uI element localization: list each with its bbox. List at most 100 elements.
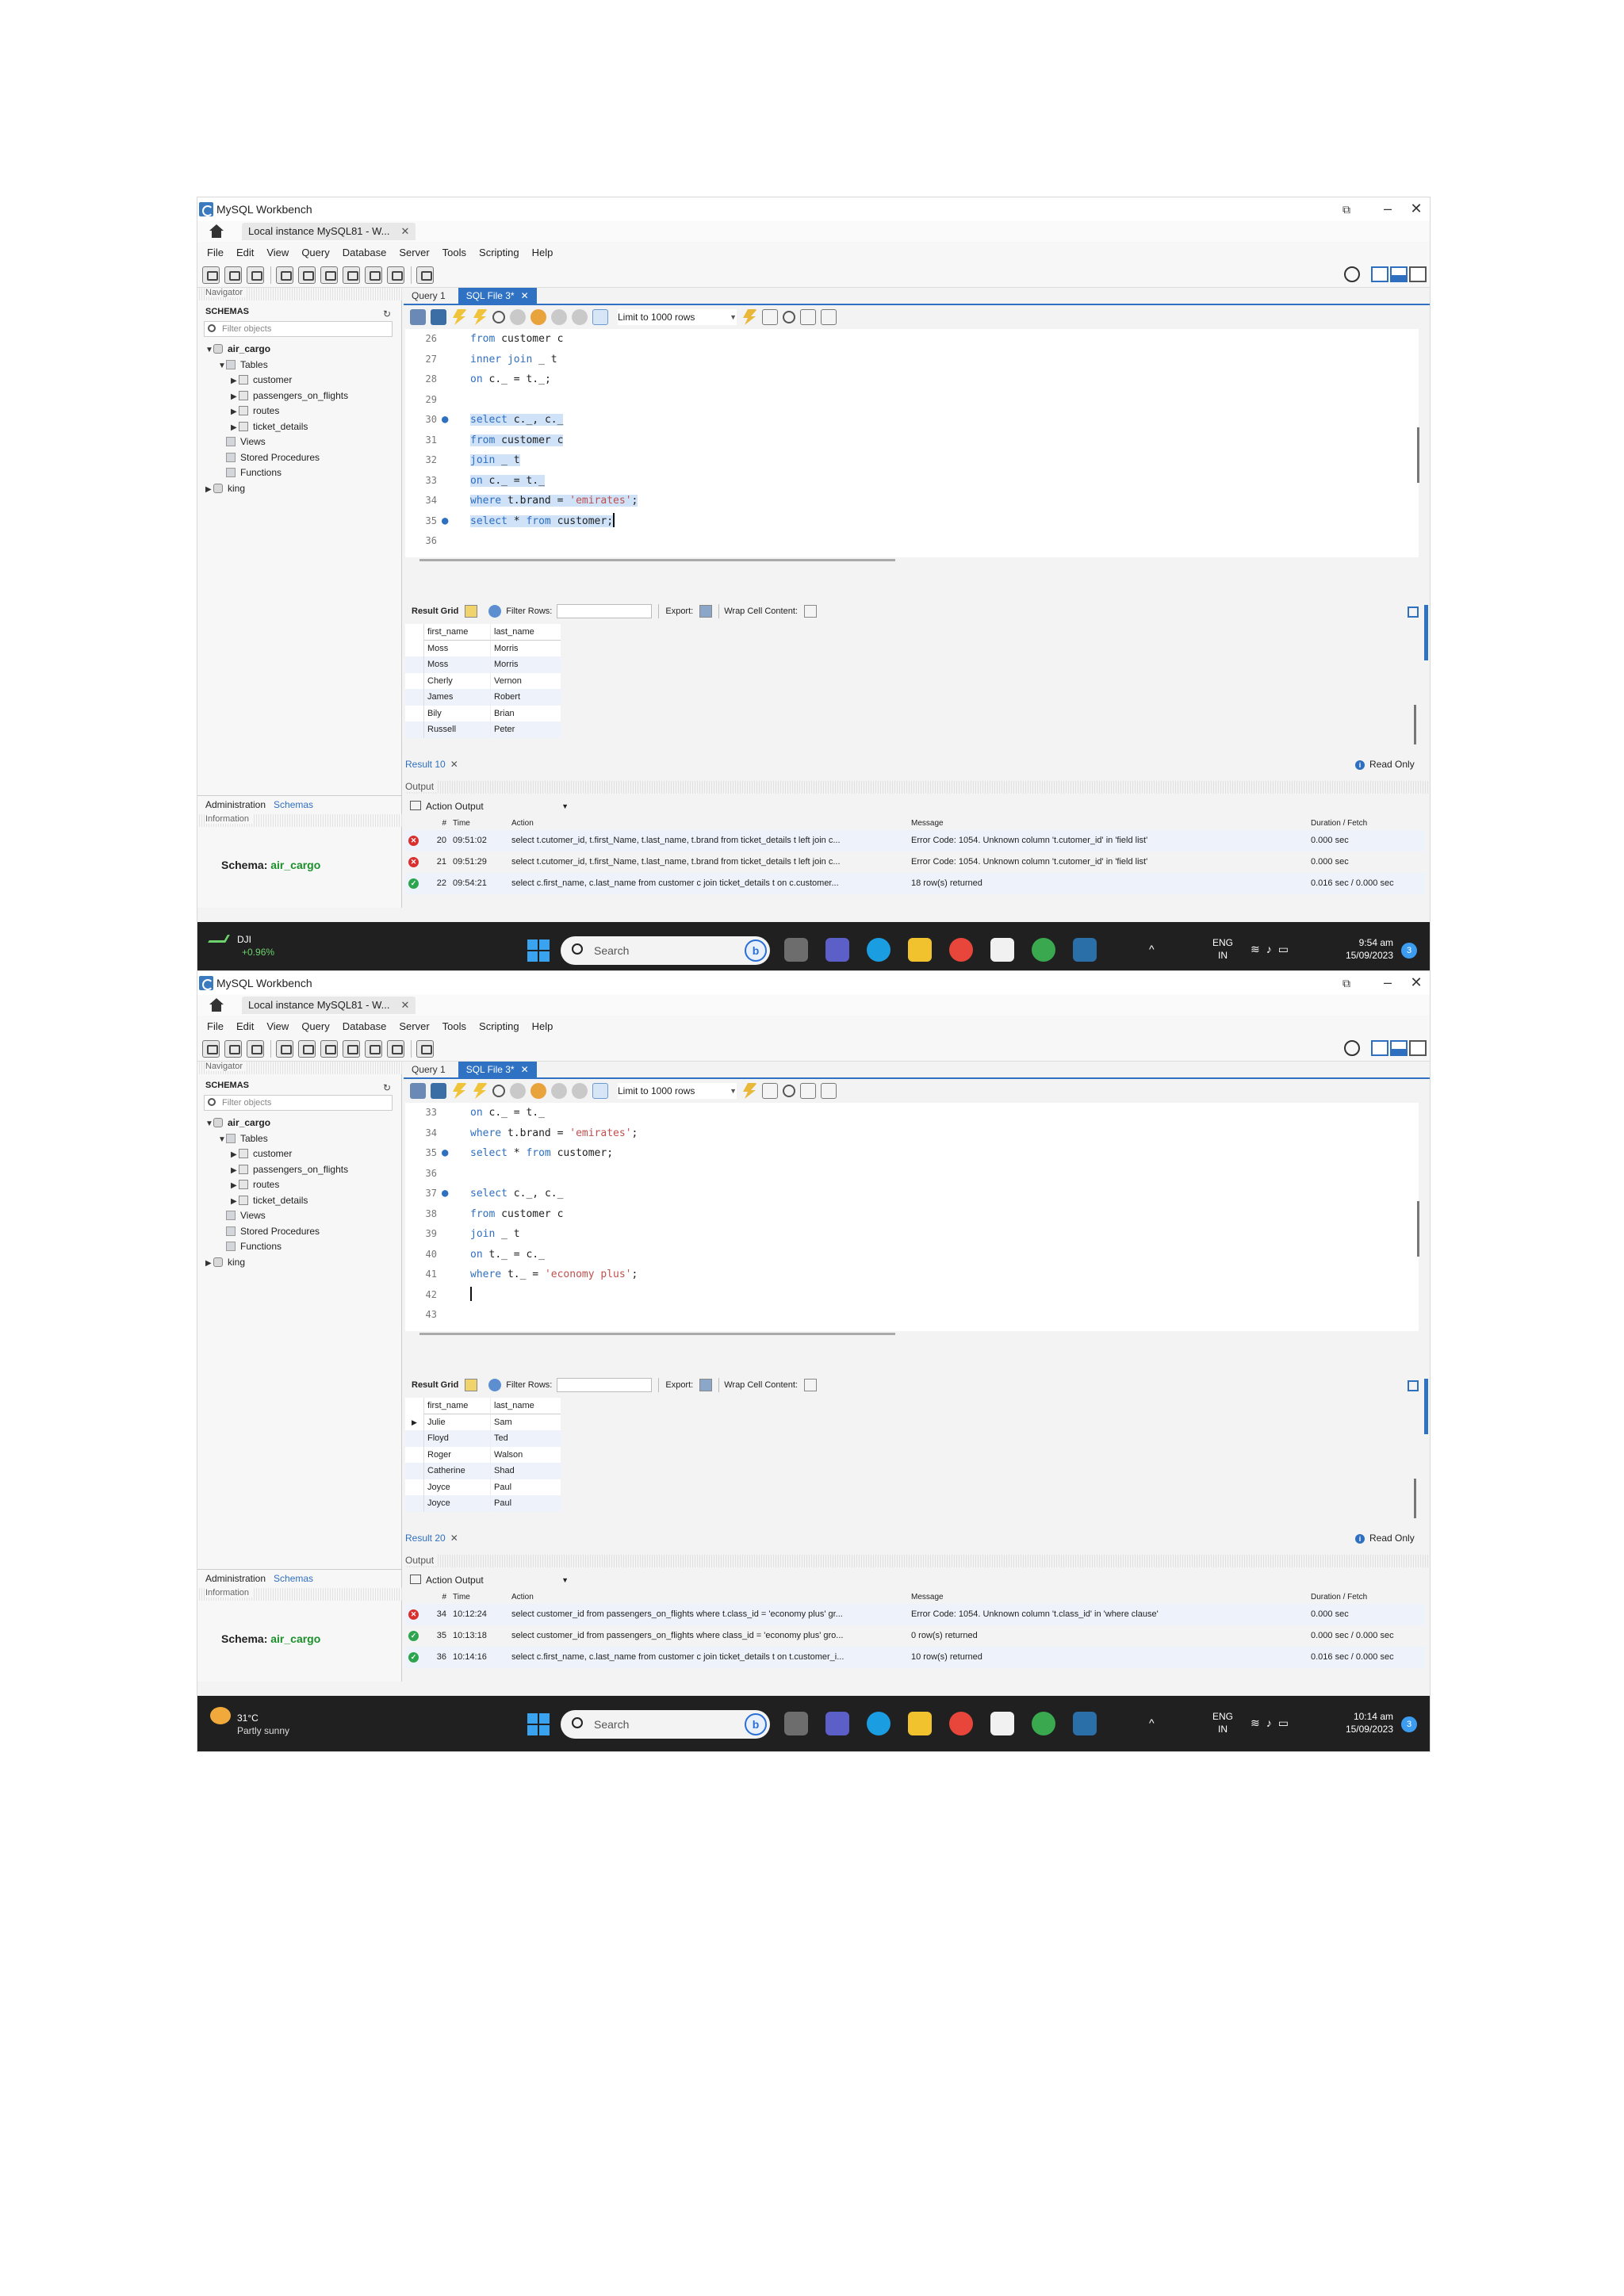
windows-start-icon[interactable] — [527, 939, 550, 962]
output-row[interactable]: ✕ 34 10:12:24 select customer_id from passe… — [405, 1604, 1425, 1625]
close-tab-icon[interactable]: ✕ — [521, 1064, 529, 1075]
tree-item-stored-procedures[interactable]: Stored Procedures — [197, 1224, 402, 1240]
editor-horizontal-scrollbar[interactable] — [419, 559, 895, 561]
bing-icon[interactable]: b — [745, 1713, 767, 1735]
tree-item-views[interactable]: Views — [197, 434, 402, 450]
chrome-icon[interactable] — [949, 938, 973, 962]
refresh-schemas-icon[interactable]: ↻ — [383, 306, 391, 322]
result-side-tab[interactable] — [1424, 1379, 1428, 1434]
file-explorer-icon[interactable] — [908, 1712, 932, 1735]
taskbar-clock[interactable]: 10:14 am 15/09/2023 — [1322, 1710, 1393, 1735]
table-row[interactable]: Bily Brian — [405, 705, 561, 721]
stop-on-error-icon[interactable] — [530, 1083, 546, 1099]
column-header-first-name[interactable]: first_name — [424, 624, 491, 641]
sql-editor[interactable]: 33 on c._ = t._ 34 where t.brand = 'emirate… — [405, 1103, 1419, 1331]
code-line[interactable]: 35 ● select * from customer; — [405, 511, 1419, 532]
table-cell[interactable]: Peter — [491, 721, 561, 738]
wrap-cell-icon[interactable] — [803, 605, 817, 618]
table-cell[interactable]: Floyd — [424, 1430, 491, 1447]
result-grid[interactable]: first_name last_name Moss Morris Moss Morris C… — [405, 624, 561, 738]
chrome-icon[interactable] — [949, 1712, 973, 1735]
action-output-select[interactable]: Action Output ▼ — [408, 798, 572, 814]
code-line[interactable]: 32 join _ t — [405, 450, 1419, 471]
table-cell[interactable]: James — [424, 689, 491, 706]
toggle-sidebar-icon[interactable] — [1371, 266, 1388, 282]
toggle-output-icon[interactable] — [1390, 266, 1408, 282]
table-cell[interactable]: Paul — [491, 1495, 561, 1512]
menu-database[interactable]: Database — [343, 1020, 387, 1032]
table-cell[interactable]: Paul — [491, 1479, 561, 1496]
create-procedure-button[interactable] — [343, 1039, 360, 1058]
sql-editor[interactable]: 26 from customer c 27 inner join _ t 28 on c.… — [405, 329, 1419, 557]
table-cell[interactable]: Joyce — [424, 1495, 491, 1512]
add-snippet-icon[interactable] — [743, 1083, 757, 1099]
minimize-button[interactable]: – — [1376, 974, 1400, 991]
taskbar-widget[interactable]: 31°C Partly sunny — [210, 1707, 289, 1737]
table-row[interactable]: Floyd Ted — [405, 1430, 561, 1447]
tab-sql-file[interactable]: SQL File 3* ✕ — [458, 1062, 537, 1077]
home-icon[interactable] — [209, 998, 224, 1012]
editor-scrollbar[interactable] — [1417, 1201, 1419, 1257]
autocommit-icon[interactable] — [592, 309, 608, 325]
table-row[interactable]: James Robert — [405, 689, 561, 706]
reconnect-button[interactable] — [416, 1039, 434, 1058]
expand-arrow-icon[interactable]: ▼ — [218, 1132, 226, 1148]
table-cell[interactable]: Moss — [424, 640, 491, 656]
reconnect-button[interactable] — [416, 266, 434, 284]
table-row[interactable]: Roger Walson — [405, 1446, 561, 1463]
menu-server[interactable]: Server — [399, 1020, 429, 1032]
table-cell[interactable]: Vernon — [491, 673, 561, 690]
table-search-button[interactable] — [387, 266, 404, 284]
grid-view-icon[interactable] — [465, 605, 478, 618]
tab-query-1[interactable]: Query 1 — [404, 288, 454, 304]
code-line[interactable]: 40 on t._ = c._ — [405, 1245, 1419, 1265]
expand-arrow-icon[interactable]: ▶ — [205, 482, 213, 498]
show-hidden-icons-icon[interactable]: ^ — [1149, 943, 1155, 955]
code-line[interactable]: 26 from customer c — [405, 329, 1419, 350]
chrome-profile-icon[interactable] — [1032, 1712, 1055, 1735]
open-file-icon[interactable] — [410, 1083, 426, 1099]
toggle-secondary-sidebar-icon[interactable] — [1409, 1040, 1427, 1056]
mysql-workbench-icon[interactable] — [1073, 938, 1097, 962]
menu-view[interactable]: View — [266, 247, 289, 258]
code-line[interactable]: 30 ● select c._, c._ — [405, 410, 1419, 430]
save-icon[interactable] — [431, 1083, 446, 1099]
expand-arrow-icon[interactable]: ▶ — [231, 1194, 239, 1210]
restore-button[interactable]: ⧉ — [1335, 977, 1358, 990]
menu-edit[interactable]: Edit — [236, 247, 254, 258]
tree-item-air-cargo[interactable]: ▼ air_cargo — [197, 342, 402, 358]
execute-current-icon[interactable] — [473, 1083, 488, 1099]
code-line[interactable]: 29 — [405, 390, 1419, 411]
minimize-button[interactable]: – — [1376, 201, 1400, 217]
output-row[interactable]: ✓ 22 09:54:21 select c.first_name, c.last_n… — [405, 873, 1425, 894]
execute-current-icon[interactable] — [473, 309, 488, 325]
expand-arrow-icon[interactable]: ▶ — [231, 373, 239, 389]
tab-administration[interactable]: Administration — [205, 799, 266, 810]
expand-arrow-icon[interactable]: ▶ — [231, 1178, 239, 1194]
column-header-last-name[interactable]: last_name — [491, 1398, 561, 1414]
wifi-volume-battery-icon[interactable]: ≋♪▭ — [1251, 943, 1295, 956]
wrap-cell-icon[interactable] — [803, 1379, 817, 1391]
mysql-workbench-icon[interactable] — [1073, 1712, 1097, 1735]
result-panel-toggle-icon[interactable] — [1408, 1380, 1419, 1391]
editor-horizontal-scrollbar[interactable] — [419, 1333, 895, 1335]
result-tab[interactable]: Result 10 ✕ — [405, 759, 458, 770]
tree-item-customer[interactable]: ▶ customer — [197, 373, 402, 388]
close-tab-icon[interactable]: ✕ — [400, 225, 409, 237]
table-cell[interactable]: Ted — [491, 1430, 561, 1447]
create-function-button[interactable] — [365, 266, 382, 284]
create-procedure-button[interactable] — [343, 266, 360, 284]
close-tab-icon[interactable]: ✕ — [400, 999, 409, 1011]
menu-query[interactable]: Query — [301, 1020, 329, 1032]
taskbar-clock[interactable]: 9:54 am 15/09/2023 — [1322, 936, 1393, 962]
tree-item-king[interactable]: ▶ king — [197, 1255, 402, 1271]
column-header-last-name[interactable]: last_name — [491, 624, 561, 641]
menu-file[interactable]: File — [207, 247, 224, 258]
table-row[interactable]: Catherine Shad — [405, 1463, 561, 1479]
toggle-sidebar-icon[interactable] — [1371, 1040, 1388, 1056]
table-cell[interactable]: Roger — [424, 1446, 491, 1463]
export-icon[interactable] — [699, 605, 713, 618]
table-row[interactable]: Joyce Paul — [405, 1479, 561, 1496]
stop-on-error-icon[interactable] — [530, 309, 546, 325]
open-sql-file-button[interactable] — [224, 266, 242, 284]
